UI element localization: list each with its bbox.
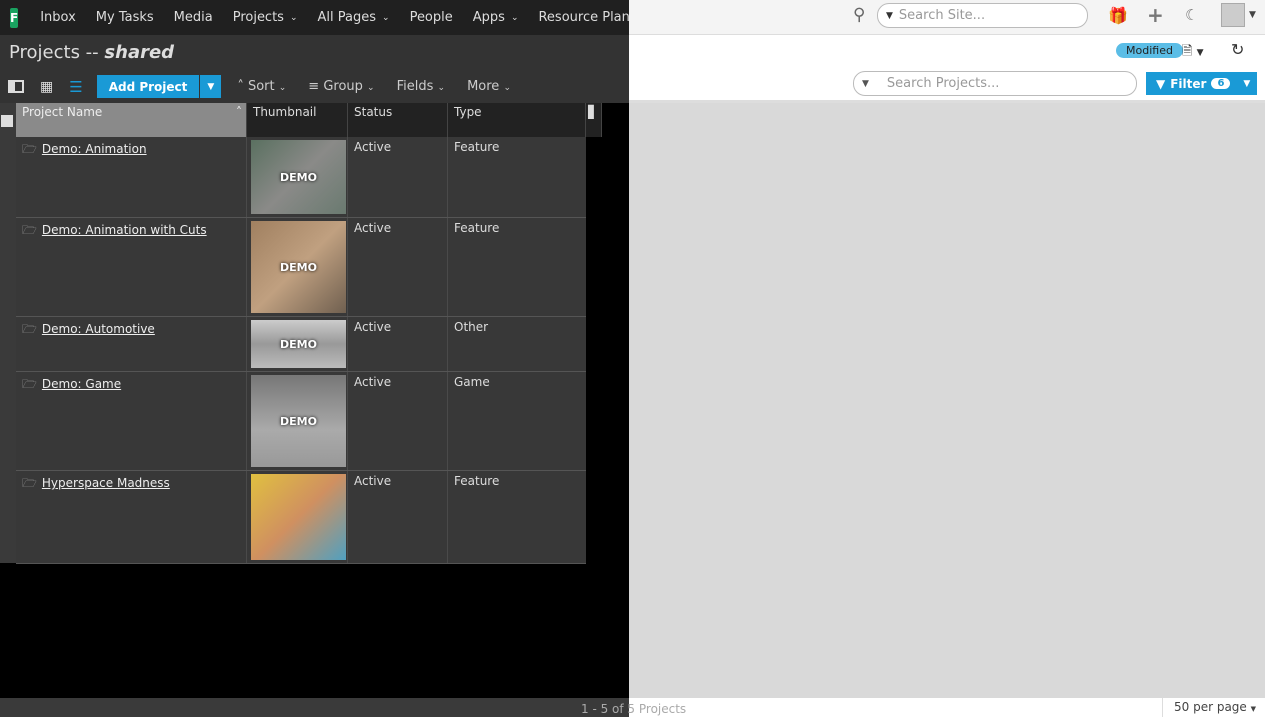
nav-item[interactable]: Media: [174, 10, 213, 25]
project-link[interactable]: Demo: Animation: [42, 142, 147, 156]
status-badge: Modified: [1116, 43, 1183, 58]
select-all-checkbox[interactable]: [1, 115, 13, 127]
record-count: 1 - 5 of 5 Projects: [581, 702, 687, 716]
status-cell[interactable]: Active: [348, 218, 448, 316]
project-thumbnail[interactable]: DEMO: [251, 320, 346, 368]
filter-button[interactable]: ▼ Filter 6 ▼: [1146, 72, 1257, 95]
chevron-down-icon[interactable]: ▼: [1249, 10, 1256, 20]
add-project-button[interactable]: Add Project: [96, 75, 200, 98]
add-project-dropdown[interactable]: ▼: [200, 75, 222, 98]
status-cell[interactable]: Active: [348, 317, 448, 371]
panel-view-icon[interactable]: [8, 80, 24, 93]
top-nav-right: ⚲ ▼ Search Site... 🎁 + ☾ ▼: [629, 0, 1265, 35]
chevron-down-icon: ⌄: [382, 12, 390, 23]
project-search-input[interactable]: ▼ Search Projects...: [853, 71, 1137, 96]
project-icon: 🗁: [22, 476, 37, 490]
nav-item[interactable]: Inbox: [40, 10, 76, 25]
nav-item[interactable]: People: [410, 10, 453, 25]
moon-icon[interactable]: ☾: [1185, 6, 1198, 24]
project-thumbnail[interactable]: [251, 474, 346, 560]
status-cell[interactable]: Active: [348, 372, 448, 470]
project-link[interactable]: Demo: Game: [42, 377, 121, 391]
filter-icon: ▼: [1156, 76, 1166, 91]
nav-item[interactable]: Projects ⌄: [233, 10, 298, 25]
project-thumbnail[interactable]: DEMO: [251, 221, 346, 313]
page-header-right: Modified 🗎 ▼ ↻ ▼ Search Projects... ▼ Fi…: [629, 35, 1265, 103]
column-header-type[interactable]: Type: [448, 103, 586, 137]
nav-item[interactable]: Resource Planning: [538, 10, 629, 25]
type-cell[interactable]: Feature: [448, 137, 586, 217]
table-row[interactable]: 🗁 Demo: Game DEMO Active Game: [16, 372, 586, 471]
top-nav: F Inbox My Tasks Media Projects ⌄ All Pages ⌄ P…: [0, 0, 629, 35]
grid-view-icon[interactable]: ▦: [40, 79, 53, 95]
project-link[interactable]: Hyperspace Madness: [42, 476, 170, 490]
status-cell[interactable]: Active: [348, 471, 448, 563]
project-icon: 🗁: [22, 322, 37, 336]
project-icon: 🗁: [22, 223, 37, 237]
project-link[interactable]: Demo: Animation with Cuts: [42, 223, 207, 237]
right-panel: [629, 103, 1265, 698]
table-row[interactable]: 🗁 Demo: Animation DEMO Active Feature: [16, 137, 586, 218]
more-button[interactable]: More ⌄: [467, 79, 511, 94]
page-file-icon[interactable]: 🗎 ▼: [1182, 42, 1204, 64]
sort-button[interactable]: ˄ Sort ⌄: [237, 79, 286, 94]
search-icon[interactable]: ⚲: [853, 5, 865, 25]
page-header: Projects -- shared ▦ ☰ Add Project ▼ ˄ S…: [0, 35, 629, 103]
nav-item[interactable]: Apps ⌄: [473, 10, 519, 25]
footer: [0, 698, 629, 717]
plus-icon[interactable]: +: [1147, 3, 1164, 27]
site-search-input[interactable]: ▼ Search Site...: [877, 3, 1088, 28]
column-header-status[interactable]: Status: [348, 103, 448, 137]
chevron-down-icon: ▼: [886, 10, 893, 21]
chevron-down-icon: ⌄: [510, 12, 519, 23]
nav-item[interactable]: All Pages ⌄: [318, 10, 390, 25]
type-cell[interactable]: Feature: [448, 471, 586, 563]
project-icon: 🗁: [22, 142, 37, 156]
type-cell[interactable]: Game: [448, 372, 586, 470]
type-cell[interactable]: Other: [448, 317, 586, 371]
chevron-down-icon: ▼: [862, 78, 869, 89]
footer-right: 50 per page ▼: [629, 698, 1265, 717]
per-page-select[interactable]: 50 per page ▼: [1174, 700, 1256, 714]
type-cell[interactable]: Feature: [448, 218, 586, 316]
column-header-project-name[interactable]: Project Name ˄: [16, 103, 247, 137]
table-row[interactable]: 🗁 Demo: Animation with Cuts DEMO Active F…: [16, 218, 586, 317]
nav-item[interactable]: My Tasks: [96, 10, 154, 25]
gift-icon[interactable]: 🎁: [1108, 6, 1128, 25]
page-title: Projects -- shared: [9, 42, 175, 63]
list-view-icon[interactable]: ☰: [69, 78, 82, 96]
chevron-down-icon: ⌄: [289, 12, 298, 23]
projects-grid: Project Name ˄ Thumbnail Status Type ▋ 🗁 D…: [0, 103, 629, 698]
group-button[interactable]: ≡ Group ⌄: [308, 79, 374, 94]
refresh-icon[interactable]: ↻: [1231, 40, 1244, 59]
project-icon: 🗁: [22, 377, 37, 391]
column-header-thumbnail[interactable]: Thumbnail: [247, 103, 348, 137]
status-cell[interactable]: Active: [348, 137, 448, 217]
project-thumbnail[interactable]: DEMO: [251, 140, 346, 214]
project-link[interactable]: Demo: Automotive: [42, 322, 155, 336]
filter-count-badge: 6: [1211, 78, 1231, 89]
table-row[interactable]: 🗁 Demo: Automotive DEMO Active Other: [16, 317, 586, 372]
avatar[interactable]: [1221, 3, 1245, 27]
app-logo[interactable]: F: [10, 7, 19, 28]
project-thumbnail[interactable]: DEMO: [251, 375, 346, 467]
table-row[interactable]: 🗁 Hyperspace Madness Active Feature: [16, 471, 586, 564]
add-column-button[interactable]: ▋: [586, 103, 602, 137]
fields-button[interactable]: Fields ⌄: [397, 79, 445, 94]
